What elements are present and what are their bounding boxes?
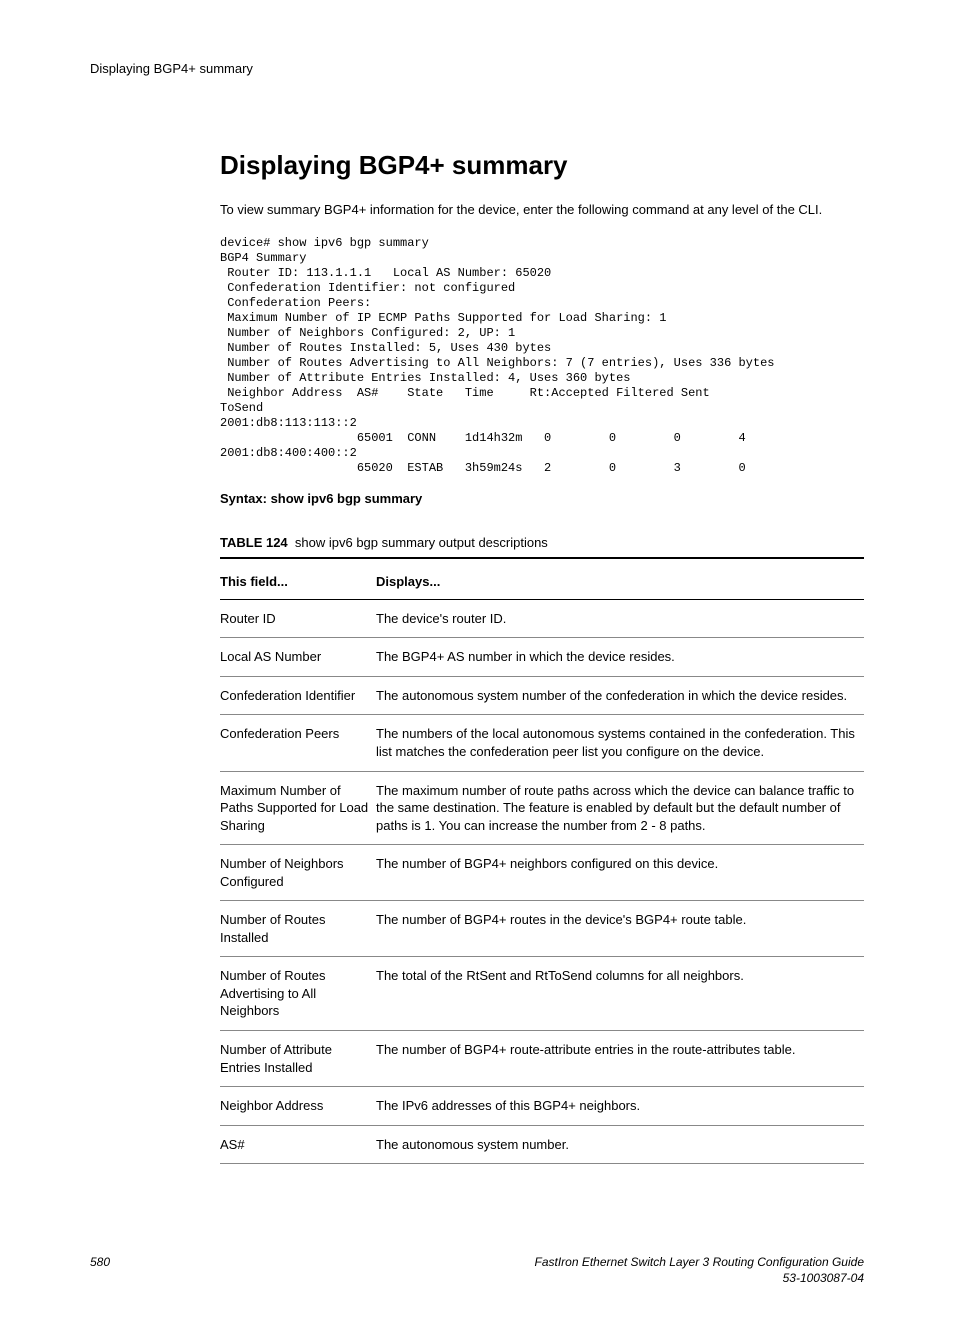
table-cell-desc: The BGP4+ AS number in which the device … [376,638,864,677]
table-cell-desc: The device's router ID. [376,599,864,638]
table-cell-field: Confederation Identifier [220,676,376,715]
table-row: Local AS NumberThe BGP4+ AS number in wh… [220,638,864,677]
table-cell-field: Number of Neighbors Configured [220,845,376,901]
table-cell-desc: The number of BGP4+ route-attribute entr… [376,1031,864,1087]
table-row: Router IDThe device's router ID. [220,599,864,638]
table-row: Maximum Number of Paths Supported for Lo… [220,771,864,845]
running-head: Displaying BGP4+ summary [90,60,864,78]
table-cell-field: AS# [220,1125,376,1164]
table-cell-desc: The number of BGP4+ neighbors configured… [376,845,864,901]
table-header-desc: Displays... [376,565,864,599]
table-row: Number of Attribute Entries InstalledThe… [220,1031,864,1087]
table-caption-text: show ipv6 bgp summary output description… [295,535,548,550]
page-number: 580 [90,1254,110,1286]
cli-output: device# show ipv6 bgp summary BGP4 Summa… [220,236,864,476]
table-cell-field: Local AS Number [220,638,376,677]
doc-number: 53-1003087-04 [534,1270,864,1286]
table-row: Number of Routes InstalledThe number of … [220,901,864,957]
table-header-field: This field... [220,565,376,599]
section-title: Displaying BGP4+ summary [220,148,864,183]
syntax-line: Syntax: show ipv6 bgp summary [220,490,864,508]
table-row: Number of Routes Advertising to All Neig… [220,957,864,1031]
table-caption: TABLE 124 show ipv6 bgp summary output d… [220,534,864,560]
table-row: Confederation IdentifierThe autonomous s… [220,676,864,715]
table-cell-field: Number of Attribute Entries Installed [220,1031,376,1087]
table-cell-field: Number of Routes Advertising to All Neig… [220,957,376,1031]
table-cell-desc: The maximum number of route paths across… [376,771,864,845]
table-cell-field: Router ID [220,599,376,638]
table-cell-field: Maximum Number of Paths Supported for Lo… [220,771,376,845]
table-cell-desc: The IPv6 addresses of this BGP4+ neighbo… [376,1087,864,1126]
doc-title: FastIron Ethernet Switch Layer 3 Routing… [534,1254,864,1270]
table-cell-desc: The autonomous system number of the conf… [376,676,864,715]
table-cell-field: Neighbor Address [220,1087,376,1126]
table-row: Number of Neighbors ConfiguredThe number… [220,845,864,901]
table-cell-field: Number of Routes Installed [220,901,376,957]
table-number: TABLE 124 [220,535,288,550]
table-cell-desc: The total of the RtSent and RtToSend col… [376,957,864,1031]
table-row: Neighbor AddressThe IPv6 addresses of th… [220,1087,864,1126]
table-cell-desc: The autonomous system number. [376,1125,864,1164]
table-cell-desc: The numbers of the local autonomous syst… [376,715,864,771]
page-footer: 580 FastIron Ethernet Switch Layer 3 Rou… [90,1254,864,1286]
intro-paragraph: To view summary BGP4+ information for th… [220,201,864,219]
table-cell-desc: The number of BGP4+ routes in the device… [376,901,864,957]
output-description-table: This field... Displays... Router IDThe d… [220,565,864,1164]
table-row: AS#The autonomous system number. [220,1125,864,1164]
table-cell-field: Confederation Peers [220,715,376,771]
table-row: Confederation PeersThe numbers of the lo… [220,715,864,771]
